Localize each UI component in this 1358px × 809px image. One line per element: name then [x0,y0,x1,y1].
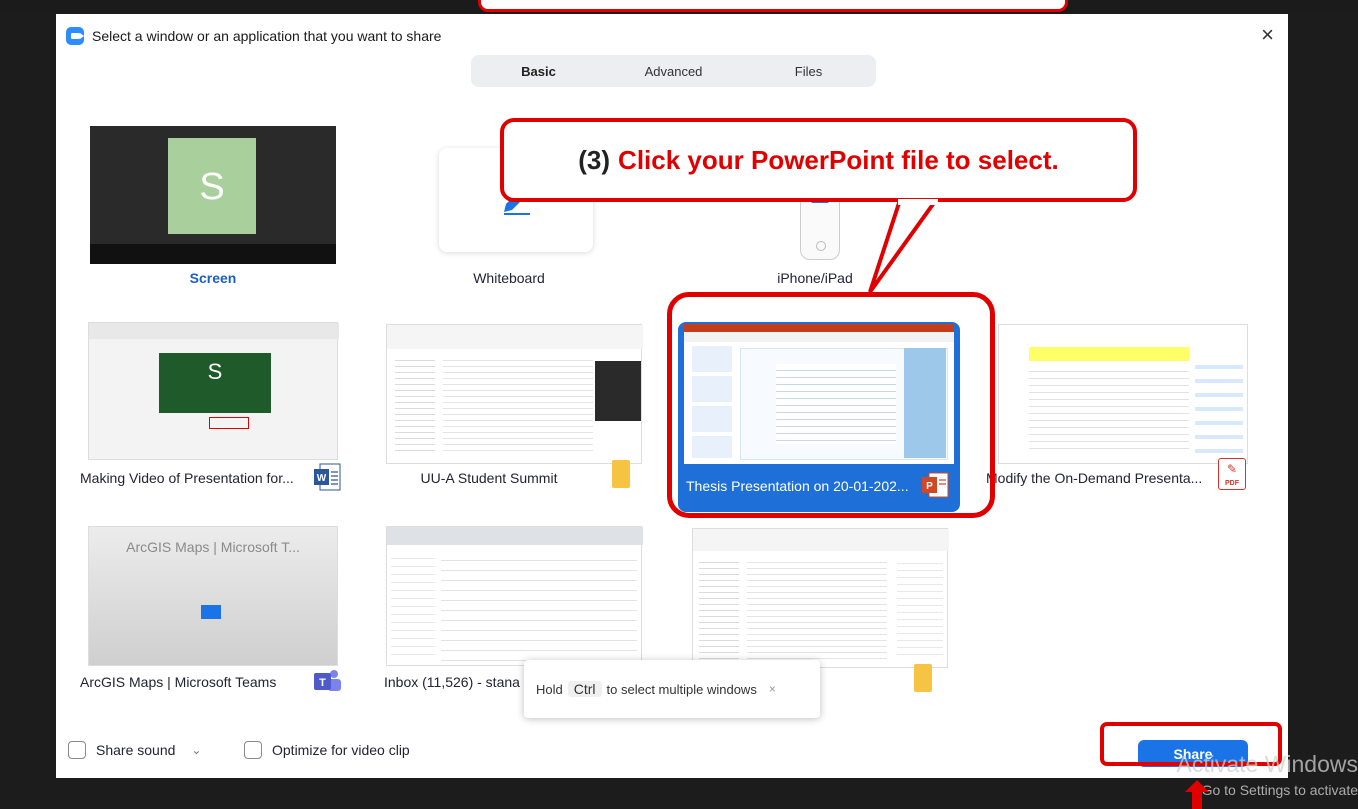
teams-window-thumbnail: ArcGIS Maps | Microsoft T... [88,526,338,666]
callout-pointer [868,198,940,294]
share-tabs: Basic Advanced Files [471,55,876,87]
tab-files[interactable]: Files [741,55,876,87]
tooltip-text-before: Hold [536,681,563,697]
tile-making-video[interactable]: S Making Video of Presentation for... W [80,318,346,498]
tab-basic[interactable]: Basic [471,55,606,87]
optimize-video-checkbox[interactable] [244,741,262,759]
tab-advanced[interactable]: Advanced [606,55,741,87]
screen-thumbnail: S [90,126,336,264]
tile-label: ArcGIS Maps | Microsoft Teams [80,674,277,690]
tile-label: Modify the On-Demand Presenta... [986,470,1203,486]
tile-label: Whiteboard [473,270,545,286]
share-sound-checkbox[interactable] [68,741,86,759]
dialog-title-text: Select a window or an application that y… [92,28,442,44]
optimize-video-option[interactable]: Optimize for video clip [244,741,410,759]
share-sound-option[interactable]: Share sound ⌄ [68,741,201,759]
ctrl-key: Ctrl [567,681,602,697]
optimize-video-label: Optimize for video clip [272,742,410,758]
tile-screen[interactable]: S Screen [80,118,346,298]
tile-arcgis-teams[interactable]: ArcGIS Maps | Microsoft T... ArcGIS Maps… [80,522,346,702]
pdf-window-thumbnail [998,324,1248,464]
tooltip-text-after: to select multiple windows [606,681,757,697]
word-window-thumbnail: S [88,322,339,460]
zoom-logo-icon [66,27,84,45]
dialog-title: Select a window or an application that y… [66,26,441,46]
folder-icon [612,460,630,488]
chevron-down-icon[interactable]: ⌄ [191,743,201,757]
svg-text:T: T [319,677,326,689]
instruction-callout: (3) Click your PowerPoint file to select… [500,118,1137,202]
pdf-icon: ✎ PDF [1218,458,1246,490]
word-icon: W [314,463,341,491]
svg-text:W: W [317,473,327,484]
callout-step: (3) [578,144,611,175]
tile-label: Screen [189,270,237,286]
pdf-badge-text: PDF [1225,480,1239,487]
share-sound-label: Share sound [96,742,176,758]
tile-student-summit[interactable]: UU-A Student Summit [376,318,643,498]
close-icon[interactable]: × [1261,20,1274,50]
multi-select-tooltip: Hold Ctrl to select multiple windows × [524,660,820,718]
thumb-letter: S [207,359,223,384]
folder-icon [914,664,932,692]
thumb-title: ArcGIS Maps | Microsoft T... [126,539,300,555]
teams-icon: T [314,670,341,691]
callout-text: Click your PowerPoint file to select. [618,144,1059,175]
tile-label: UU-A Student Summit [420,470,558,486]
tile-modify-presentation[interactable]: Modify the On-Demand Presenta... ✎ PDF [986,318,1252,498]
tooltip-close-icon[interactable]: × [769,682,776,696]
tile-label: Making Video of Presentation for... [80,470,294,486]
explorer-window-thumbnail [386,324,643,464]
browser-window-thumbnail [386,526,643,666]
annotation-top-edge [478,0,1068,12]
arrow-up-icon [1185,780,1209,809]
avatar-letter: S [199,166,225,208]
watermark-line1: Activate Windows [1176,751,1358,777]
explorer-window-thumbnail-2 [692,528,949,668]
selection-highlight-ring [667,292,995,518]
